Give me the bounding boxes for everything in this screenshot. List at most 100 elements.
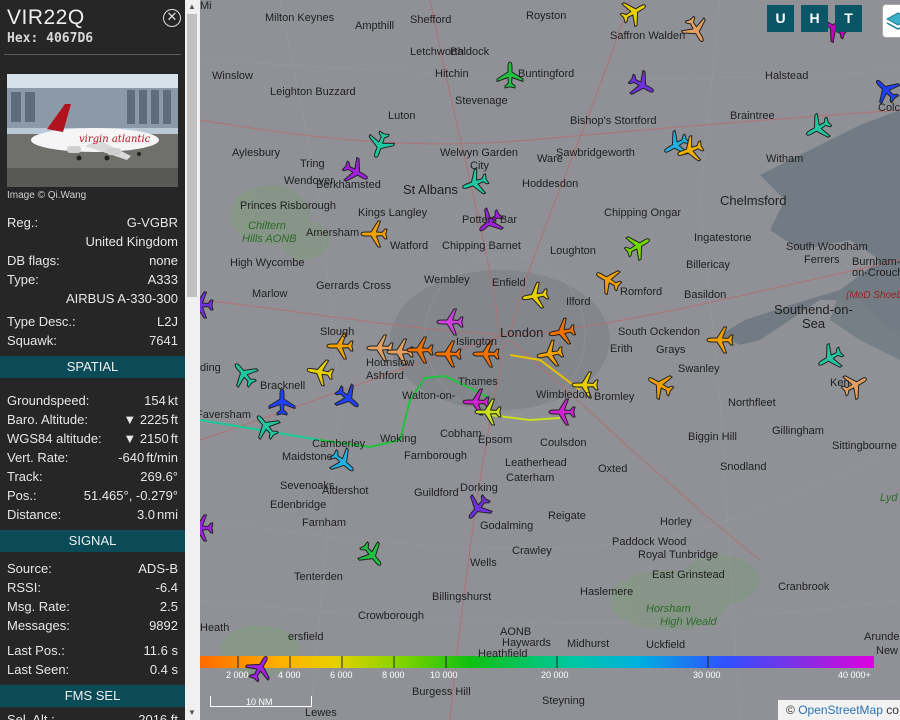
place-label: Biggin Hill	[688, 431, 737, 443]
section-signal[interactable]: SIGNAL	[0, 530, 185, 552]
lastpos-value: 11.6 s	[143, 643, 178, 658]
u-button[interactable]: U	[767, 5, 794, 32]
squawk-label: Squawk:	[7, 333, 57, 348]
place-label: Midhurst	[567, 638, 610, 650]
lastseen-label: Last Seen:	[7, 662, 70, 677]
place-label: Billingshurst	[432, 591, 492, 603]
map-attribution: © OpenStreetMap co	[778, 700, 900, 720]
panel-header: VIR22Q Hex: 4067D6 ✕	[4, 0, 181, 55]
source-label: Source:	[7, 561, 52, 576]
place-label: Enfield	[492, 277, 526, 289]
place-label: High Weald	[660, 616, 717, 628]
place-label: Potters Bar	[462, 214, 518, 226]
scroll-up-icon[interactable]: ▲	[188, 2, 196, 11]
vrate-unit: ft/min	[146, 450, 178, 465]
place-label: Ashford	[366, 370, 404, 382]
type-value: A333	[147, 272, 178, 287]
place-label: Swanley	[678, 363, 720, 375]
attribution-prefix: ©	[786, 703, 795, 717]
section-fms-sel[interactable]: FMS SEL	[0, 685, 185, 707]
row-typedesc: Type Desc.: L2J	[7, 314, 178, 333]
row-vert-rate: Vert. Rate: -640 ft/min	[7, 450, 178, 469]
lastseen-value: 0.4 s	[149, 662, 178, 677]
row-squawk: Squawk: 7641	[7, 333, 178, 352]
place-label: Ampthill	[355, 20, 395, 32]
track-value: 269.6°	[140, 469, 178, 484]
row-last-pos: Last Pos.: 11.6 s	[7, 643, 178, 662]
place-label: Luton	[388, 110, 416, 122]
place-label: Bracknell	[260, 380, 306, 392]
place-label: Caterham	[506, 472, 555, 484]
dist-number: 3.0	[136, 507, 156, 522]
place-label: Lewes	[305, 707, 337, 719]
place-label: Welwyn Garden	[440, 147, 519, 159]
row-msg-rate: Msg. Rate: 2.5	[7, 599, 178, 618]
image-credit: Image © Qi.Wang	[7, 190, 87, 201]
dist-value: 3.0 nmi	[137, 507, 178, 522]
place-label: Bromley	[594, 391, 635, 403]
place-label: Heath	[200, 622, 230, 634]
wgs-label: WGS84 altitude:	[7, 431, 102, 446]
groundspeed-unit: kt	[167, 393, 178, 408]
alt-tick: 6 000	[330, 670, 353, 680]
place-label: Farnham	[302, 517, 347, 529]
place-label: Maidstone	[282, 451, 333, 463]
dist-label: Distance:	[7, 507, 62, 522]
wgs-value: ▼ 2150 ft	[123, 431, 178, 446]
layers-icon[interactable]	[882, 4, 900, 38]
openstreetmap-link[interactable]: OpenStreetMap	[798, 703, 883, 717]
place-label: East Grinstead	[652, 569, 725, 581]
vrate-label: Vert. Rate:	[7, 450, 69, 465]
place-label: City	[470, 160, 489, 172]
place-label: Gerrards Cross	[316, 280, 392, 292]
place-label: Edenbridge	[270, 499, 327, 511]
h-button[interactable]: H	[801, 5, 828, 32]
wgs-unit: ft	[170, 431, 178, 446]
place-label: Chipping Barnet	[442, 240, 521, 252]
place-label: Ken	[830, 377, 850, 389]
place-label: Slough	[320, 326, 355, 338]
row-track: Track: 269.6°	[7, 469, 178, 488]
place-label: Leighton Buzzard	[270, 86, 356, 98]
close-icon[interactable]: ✕	[163, 9, 181, 27]
place-label: Walton-on-	[402, 390, 456, 402]
place-label: Arundel	[864, 631, 900, 643]
place-label: New Ro	[876, 645, 900, 657]
pos-label: Pos.:	[7, 488, 37, 503]
place-label: Braintree	[730, 110, 775, 122]
place-label: Winslow	[212, 70, 253, 82]
row-messages: Messages: 9892	[7, 618, 178, 637]
place-label: London	[500, 325, 544, 340]
place-label: Camberley	[312, 438, 366, 450]
reg-value: G-VGBR	[126, 215, 178, 230]
place-label: Uckfield	[646, 639, 686, 651]
place-label: Erith	[610, 343, 633, 355]
place-label: Reigate	[548, 510, 586, 522]
map-view[interactable]: Milton Keynes Shefford Royston Saffron Wald…	[200, 0, 900, 720]
wgs-number: ▼ 2150	[123, 431, 169, 446]
place-label: Buntingford	[518, 68, 575, 80]
row-rssi: RSSI: -6.4	[7, 580, 178, 599]
section-spatial[interactable]: SPATIAL	[0, 356, 185, 378]
baro-number: ▼ 2225	[123, 412, 169, 427]
place-label: Heathfield	[478, 648, 528, 660]
place-label: Dorking	[460, 482, 498, 494]
place-label: ersfield	[288, 631, 324, 643]
reg-label: Reg.:	[7, 215, 39, 230]
groundspeed-label: Groundspeed:	[7, 393, 90, 408]
place-label: Bishop's Stortford	[570, 115, 657, 127]
place-label: Southend-on-	[774, 302, 853, 317]
sidebar-scrollbar[interactable]: ▲ ▼	[185, 0, 200, 720]
place-label: St Albans	[403, 182, 458, 197]
squawk-value: 7641	[149, 333, 178, 348]
altitude-legend: 2 000 4 000 6 000 8 000 10 000 20 000 30…	[200, 670, 900, 684]
t-button[interactable]: T	[835, 5, 862, 32]
msgrate-label: Msg. Rate:	[7, 599, 70, 614]
row-baro-alt: Baro. Altitude: ▼ 2225 ft	[7, 412, 178, 431]
aircraft-photo[interactable]: virgin atlantic	[7, 74, 178, 187]
place-label: Chelmsford	[720, 193, 787, 208]
place-label: Wimbledon	[536, 389, 592, 401]
scroll-thumb[interactable]	[187, 14, 197, 297]
scroll-down-icon[interactable]: ▼	[188, 708, 196, 717]
place-label: Royal Tunbridge	[638, 549, 719, 561]
